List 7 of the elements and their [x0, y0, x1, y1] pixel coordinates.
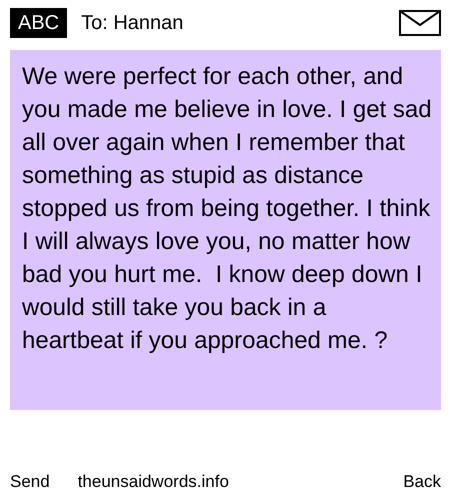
message-text[interactable]: We were perfect for each other, and you made me believe in love. I get sad all over again when I remember that something as stupid as distance stopped us from being together. I think I will always love you, no matter how bad you hurt me. I know deep down I would still take you back in a heartbeat if you approached me. ? [10, 50, 441, 410]
back-softkey[interactable]: Back [403, 472, 441, 492]
recipient-label: To: Hannan [81, 12, 184, 34]
input-mode-indicator: ABC [10, 8, 68, 38]
website-label: theunsaidwords.info [78, 472, 230, 492]
send-softkey[interactable]: Send [10, 472, 50, 492]
envelope-icon [399, 10, 441, 36]
